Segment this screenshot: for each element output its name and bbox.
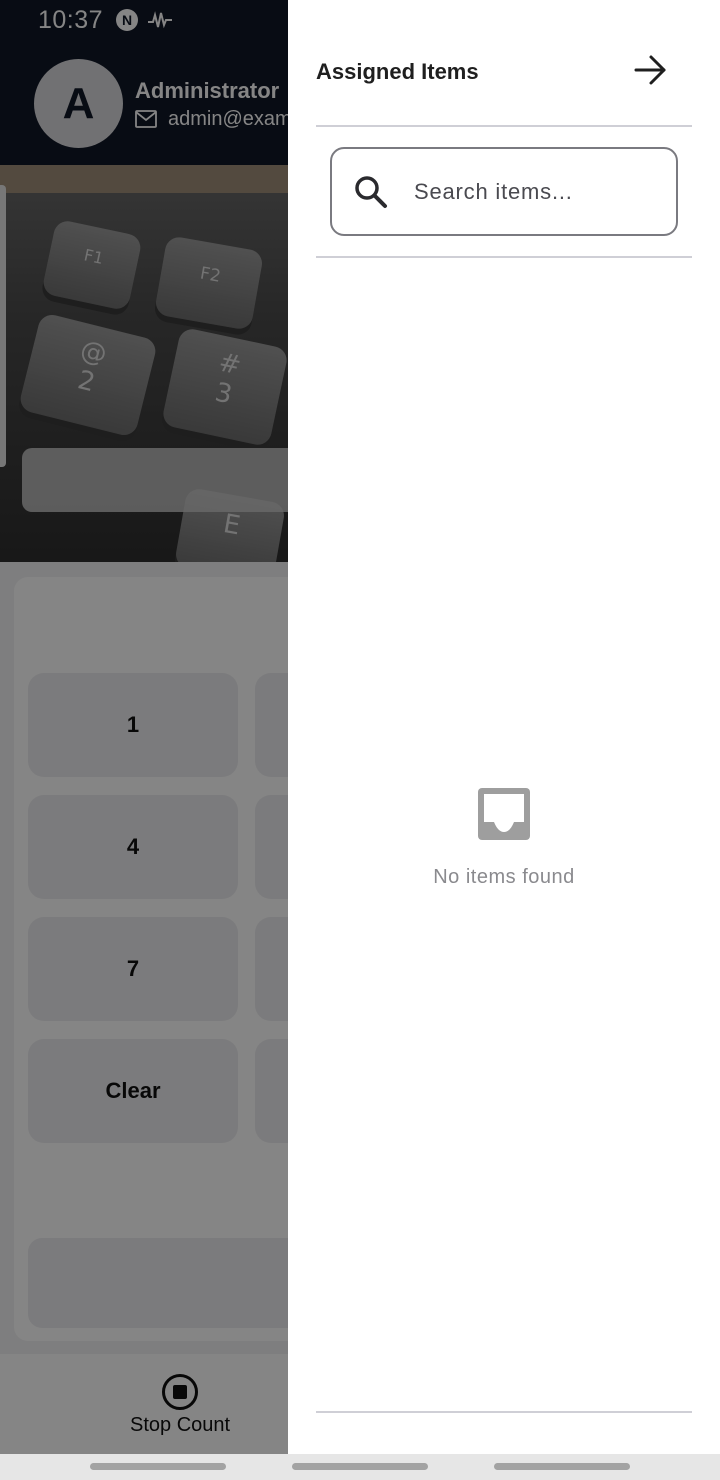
system-nav-bar (0, 1454, 720, 1480)
system-nav-pill[interactable] (292, 1463, 428, 1470)
arrow-right-icon (634, 55, 666, 85)
assigned-items-drawer: Assigned Items No items found (288, 0, 720, 1454)
system-nav-pill[interactable] (90, 1463, 226, 1470)
search-input[interactable] (414, 171, 664, 213)
drawer-title: Assigned Items (316, 59, 479, 84)
divider (316, 1411, 692, 1413)
system-nav-pill[interactable] (494, 1463, 630, 1470)
divider (316, 125, 692, 127)
search-field[interactable] (330, 147, 678, 236)
inbox-icon (478, 788, 530, 840)
empty-message: No items found (433, 866, 575, 888)
divider (316, 256, 692, 258)
close-drawer-button[interactable] (628, 50, 672, 90)
search-icon (355, 176, 387, 208)
